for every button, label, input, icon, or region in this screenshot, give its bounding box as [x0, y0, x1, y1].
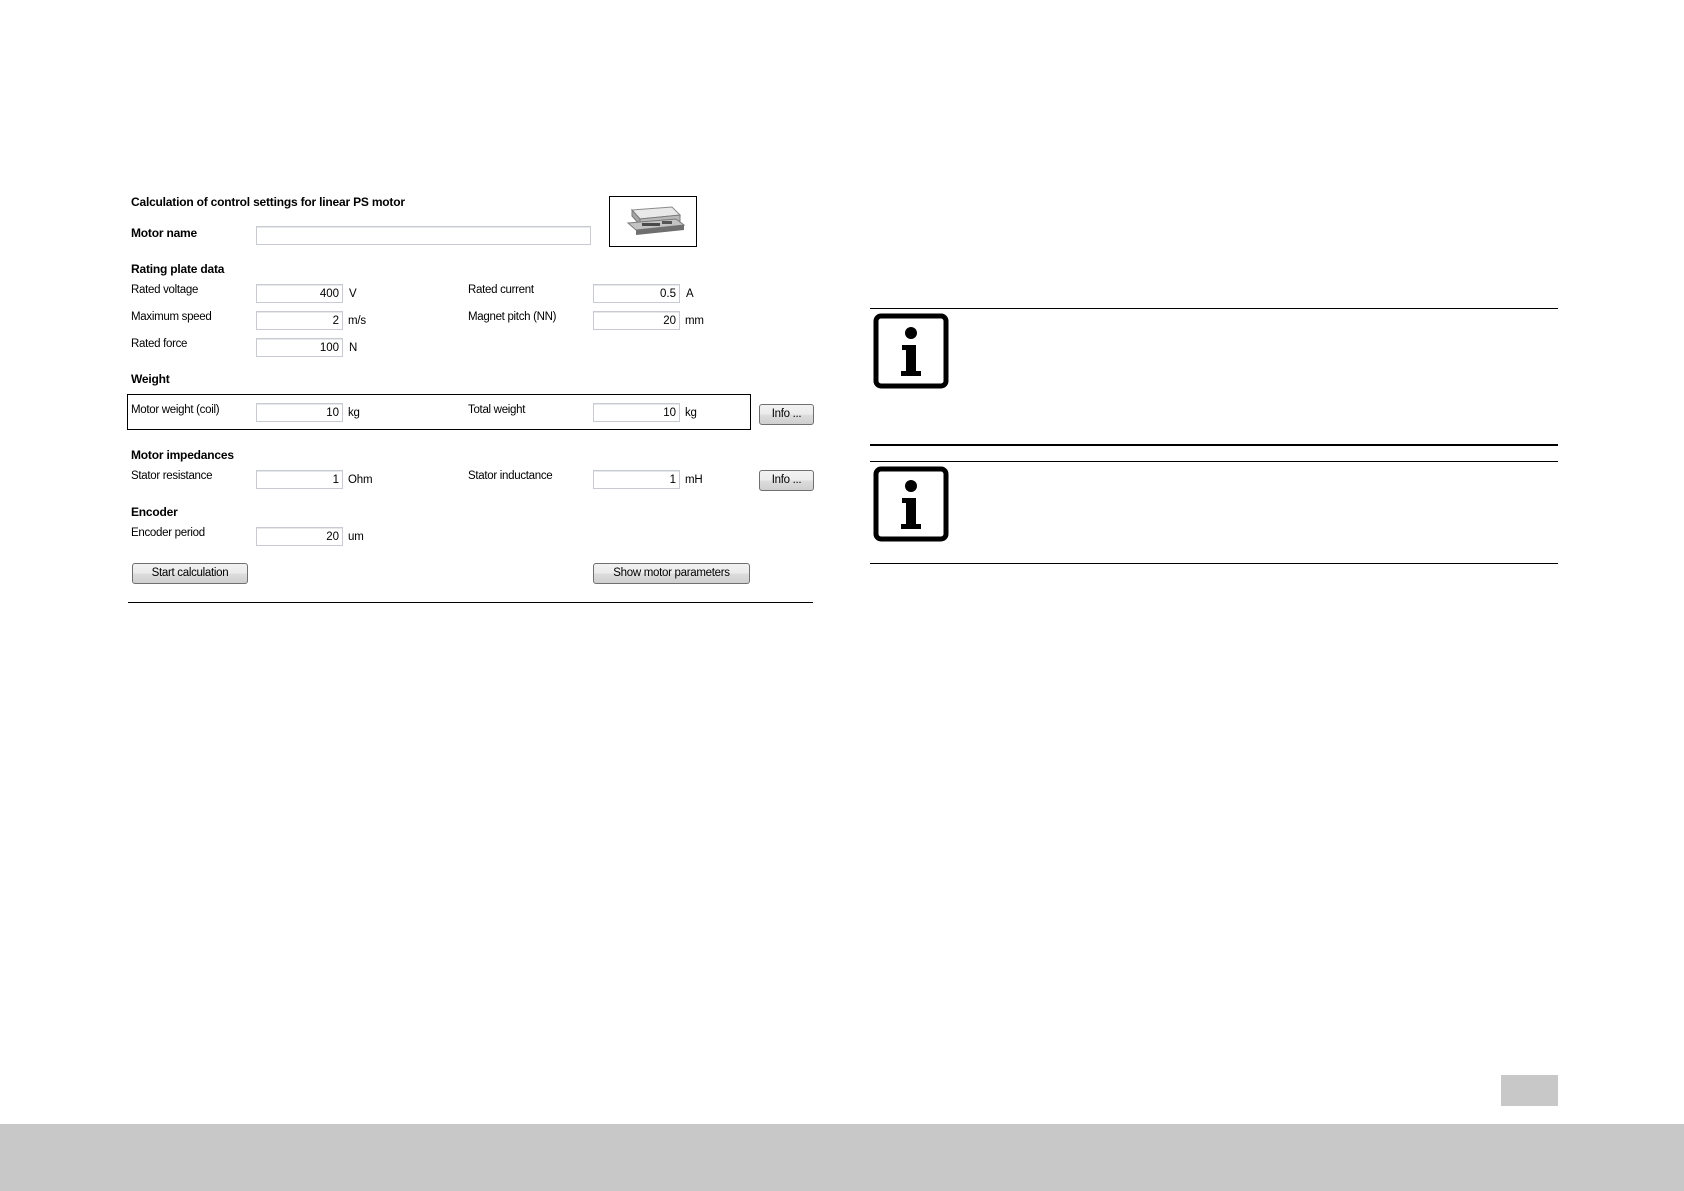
start-calculation-button[interactable]: Start calculation — [132, 563, 248, 584]
motor-impedances-heading: Motor impedances — [131, 448, 234, 462]
encoder-heading: Encoder — [131, 505, 178, 519]
rated-voltage-input[interactable] — [256, 284, 343, 303]
rated-current-label: Rated current — [468, 284, 534, 296]
info-icon — [873, 466, 949, 547]
impedance-info-button[interactable]: Info ... — [759, 470, 814, 491]
rated-current-unit: A — [686, 288, 694, 300]
stator-resistance-label: Stator resistance — [131, 470, 213, 482]
encoder-period-label: Encoder period — [131, 527, 205, 539]
weight-info-button[interactable]: Info ... — [759, 404, 814, 425]
weight-heading: Weight — [131, 372, 170, 386]
encoder-period-unit: um — [348, 531, 364, 543]
rated-force-unit: N — [349, 342, 358, 354]
maximum-speed-unit: m/s — [348, 315, 366, 327]
motor-name-label: Motor name — [131, 226, 198, 240]
rated-current-input[interactable] — [593, 284, 680, 303]
stator-resistance-input[interactable] — [256, 470, 343, 489]
magnet-pitch-input[interactable] — [593, 311, 680, 330]
rated-force-input[interactable] — [256, 338, 343, 357]
note-1-top-rule — [870, 308, 1558, 309]
rated-voltage-unit: V — [349, 288, 357, 300]
page-footer-band — [0, 1124, 1684, 1191]
encoder-period-input[interactable] — [256, 527, 343, 546]
magnet-pitch-label: Magnet pitch (NN) — [468, 311, 557, 323]
rated-force-label: Rated force — [131, 338, 188, 350]
dialog-title: Calculation of control settings for line… — [131, 195, 405, 209]
note-2-bottom-rule — [870, 563, 1558, 564]
motor-name-input[interactable] — [256, 226, 591, 245]
stator-inductance-input[interactable] — [593, 470, 680, 489]
stator-inductance-unit: mH — [685, 474, 703, 486]
maximum-speed-label: Maximum speed — [131, 311, 212, 323]
motor-weight-unit: kg — [348, 407, 360, 419]
info-icon — [873, 313, 949, 394]
magnet-pitch-unit: mm — [685, 315, 704, 327]
total-weight-unit: kg — [685, 407, 697, 419]
dialog-bottom-rule — [128, 602, 813, 603]
linear-motor-icon — [626, 206, 686, 235]
stator-inductance-label: Stator inductance — [468, 470, 553, 482]
show-motor-parameters-button[interactable]: Show motor parameters — [593, 563, 750, 584]
motor-image — [609, 196, 697, 247]
rating-plate-heading: Rating plate data — [131, 262, 225, 276]
total-weight-input[interactable] — [593, 403, 680, 422]
maximum-speed-input[interactable] — [256, 311, 343, 330]
note-1-bottom-rule — [870, 444, 1558, 446]
motor-weight-label: Motor weight (coil) — [131, 404, 220, 416]
page-number-tab — [1501, 1075, 1558, 1106]
motor-weight-input[interactable] — [256, 403, 343, 422]
rated-voltage-label: Rated voltage — [131, 284, 199, 296]
note-2-top-rule — [870, 461, 1558, 462]
total-weight-label: Total weight — [468, 404, 526, 416]
stator-resistance-unit: Ohm — [348, 474, 373, 486]
